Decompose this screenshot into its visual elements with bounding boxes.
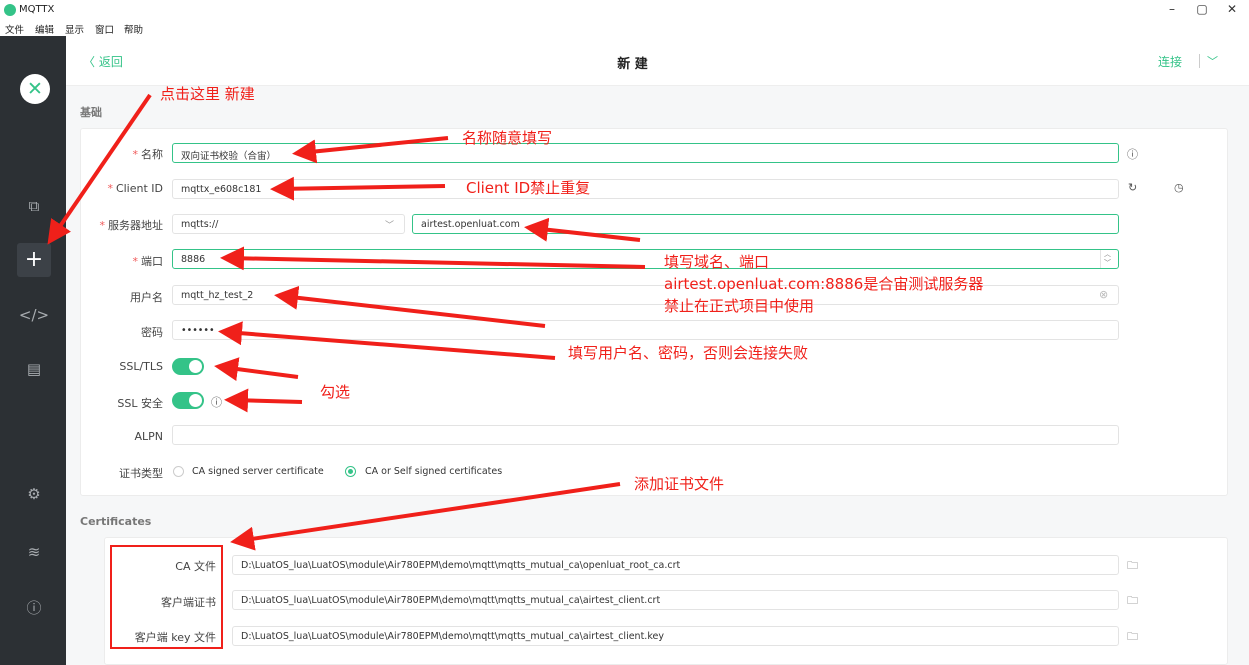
annotation-check: 勾选 [320,383,351,401]
arrow-client-id [270,176,446,201]
annotation-name: 名称随意填写 [462,129,553,147]
annotation-add-cert: 添加证书文件 [634,475,725,493]
arrow-username [274,285,546,328]
annotation-client-id: Client ID禁止重复 [466,179,591,197]
arrow-host [524,217,641,242]
annotation-no-production: 禁止在正式项目中使用 [664,297,815,315]
annotation-domain-port: 填写域名、端口 [664,253,770,271]
annotation-new: 点击这里 新建 [160,85,255,103]
annotation-credentials: 填写用户名、密码，否则会连接失败 [568,344,809,362]
arrow-new [47,93,152,245]
arrow-ssl [214,357,299,381]
arrow-name [292,136,449,164]
annotation-server-info: airtest.openluat.com:8886是合宙测试服务器 [664,275,984,293]
arrow-ssl-secure [224,388,303,413]
arrow-password [218,321,556,360]
arrow-cert [230,482,621,551]
arrow-port [220,246,646,271]
